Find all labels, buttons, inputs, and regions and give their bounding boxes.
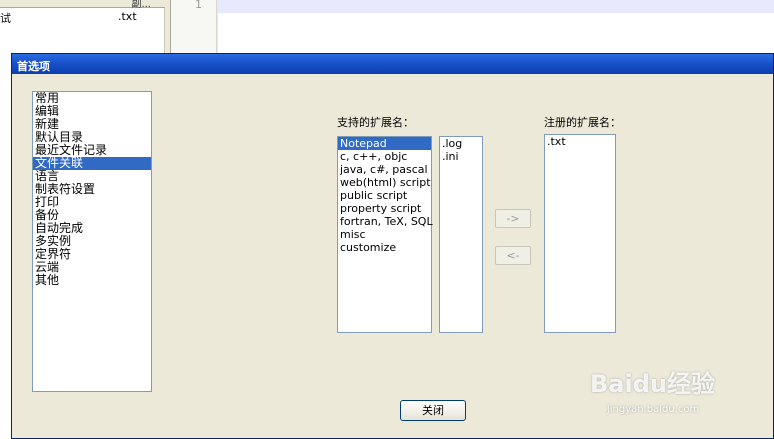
file-type-cell: .txt xyxy=(118,10,137,23)
file-list-row[interactable]: 试 .txt xyxy=(0,10,165,25)
supported-extensions-label: 支持的扩展名： xyxy=(337,116,414,129)
file-name-cell: 试 xyxy=(0,12,11,25)
supported-type-item[interactable]: customize xyxy=(338,241,431,254)
line-number: 1 xyxy=(195,0,202,11)
supported-type-item[interactable]: property script xyxy=(338,202,431,215)
dialog-titlebar[interactable]: 首选项 xyxy=(12,54,773,74)
supported-type-item[interactable]: Notepad xyxy=(338,137,431,150)
baidu-watermark: Baidu经验 jingyan.baidu.com xyxy=(585,352,770,432)
watermark-url: jingyan.baidu.com xyxy=(607,404,700,415)
current-line-highlight xyxy=(218,0,774,13)
supported-type-item[interactable]: web(html) script xyxy=(338,176,431,189)
dialog-title: 首选项 xyxy=(17,60,50,73)
supported-type-item[interactable]: public script xyxy=(338,189,431,202)
file-list-header: 副... xyxy=(0,0,165,10)
remove-extension-button[interactable]: <- xyxy=(495,246,531,265)
supported-extensions-list[interactable]: .log .ini xyxy=(439,136,483,333)
supported-type-item[interactable]: c, c++, objc xyxy=(338,150,431,163)
category-list[interactable]: 常用 编辑 新建 默认目录 最近文件记录 文件关联 语言 制表符设置 打印 备份 自动完成 多实例 定界… xyxy=(32,91,152,392)
supported-extension-item[interactable]: .log xyxy=(440,137,482,150)
file-list-header-label[interactable]: 副... xyxy=(131,0,151,10)
registered-extension-item[interactable]: .txt xyxy=(545,135,615,148)
registered-extensions-list[interactable]: .txt xyxy=(544,134,616,333)
supported-type-item[interactable]: fortran, TeX, SQL xyxy=(338,215,433,228)
supported-extension-item[interactable]: .ini xyxy=(440,150,482,163)
supported-type-item[interactable]: java, c#, pascal xyxy=(338,163,431,176)
registered-extensions-label: 注册的扩展名： xyxy=(544,116,621,129)
supported-types-list[interactable]: Notepad c, c++, objc java, c#, pascal web(h… xyxy=(337,136,433,333)
category-item[interactable]: 其他 xyxy=(33,274,151,287)
add-extension-button[interactable]: -> xyxy=(495,209,531,228)
close-button[interactable]: 关闭 xyxy=(400,400,466,421)
watermark-brand: Baidu经验 xyxy=(590,370,715,398)
supported-type-item[interactable]: misc xyxy=(338,228,431,241)
